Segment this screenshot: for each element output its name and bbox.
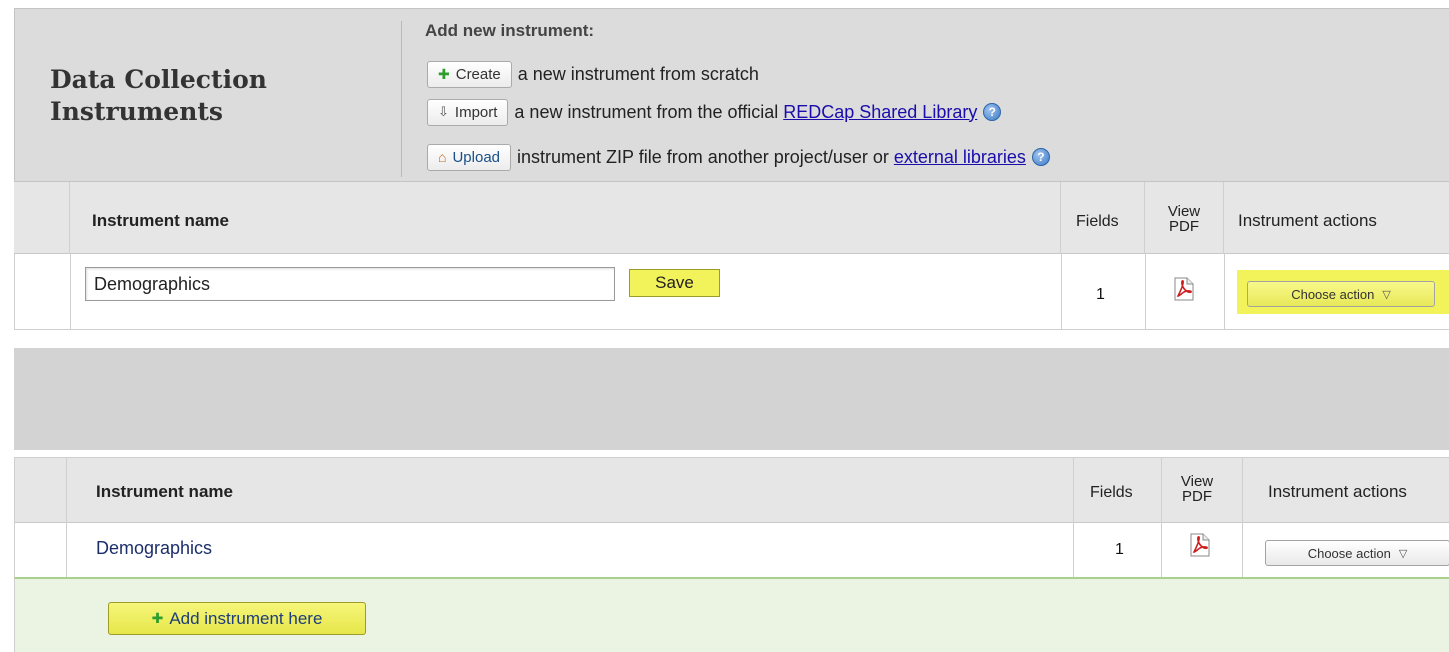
table-row: Save 1 Choose action ▽	[14, 254, 1449, 330]
chevron-down-icon: ▽	[1398, 547, 1408, 560]
choose-action-dropdown[interactable]: Choose action ▽	[1265, 540, 1449, 566]
instrument-name-input[interactable]	[85, 267, 615, 301]
choose-action-dropdown[interactable]: Choose action ▽	[1247, 281, 1435, 307]
shared-library-link[interactable]: REDCap Shared Library	[783, 102, 977, 122]
instruments-header: Data Collection Instruments Add new inst…	[14, 8, 1449, 182]
upload-row: ⌂ Upload instrument ZIP file from anothe…	[427, 142, 1050, 172]
instruments-panel-edit: Data Collection Instruments Add new inst…	[14, 8, 1449, 330]
import-row: ⇩ Import a new instrument from the offic…	[427, 97, 1002, 127]
pdf-icon[interactable]	[1174, 277, 1194, 301]
column-view-pdf: View PDF	[1167, 203, 1201, 235]
help-icon[interactable]: ?	[1031, 148, 1050, 166]
add-new-instrument-label: Add new instrument:	[425, 21, 595, 40]
create-button[interactable]: ✚ Create	[427, 60, 512, 88]
upload-button[interactable]: ⌂ Upload	[427, 143, 512, 171]
fields-count: 1	[1096, 286, 1105, 303]
create-row: ✚ Create a new instrument from scratch	[427, 59, 759, 89]
import-description: a new instrument from the official REDCa…	[514, 101, 978, 122]
plus-icon: ✚	[438, 65, 450, 82]
add-instrument-row: ✚ Add instrument here	[14, 577, 1449, 652]
save-button[interactable]: Save	[629, 269, 720, 297]
column-instrument-actions: Instrument actions	[1268, 482, 1407, 501]
pdf-icon[interactable]	[1190, 533, 1210, 557]
table-header: Instrument name Fields View PDF Instrume…	[14, 457, 1449, 524]
fields-count: 1	[1115, 541, 1124, 558]
header-divider	[401, 21, 402, 177]
plus-icon: ✚	[151, 610, 164, 626]
instrument-name-link[interactable]: Demographics	[96, 538, 212, 559]
help-icon[interactable]: ?	[983, 103, 1002, 121]
column-instrument-actions: Instrument actions	[1238, 211, 1377, 230]
chevron-down-icon: ▽	[1382, 288, 1391, 301]
import-arrow-icon: ⇩	[438, 104, 449, 119]
column-instrument-name: Instrument name	[92, 211, 229, 230]
create-description: a new instrument from scratch	[517, 63, 759, 84]
spacer-band	[14, 348, 1449, 450]
column-instrument-name: Instrument name	[96, 482, 233, 501]
column-view-pdf: View PDF	[1180, 473, 1214, 505]
column-fields: Fields	[1090, 484, 1133, 501]
external-libraries-link[interactable]: external libraries	[894, 147, 1026, 167]
add-instrument-button[interactable]: ✚ Add instrument here	[108, 602, 366, 635]
table-header: Instrument name Fields View PDF Instrume…	[14, 182, 1449, 254]
import-button[interactable]: ⇩ Import	[427, 98, 509, 126]
upload-description: instrument ZIP file from another project…	[517, 146, 1026, 167]
page-title: Data Collection Instruments	[50, 65, 267, 126]
table-row: Demographics 1 Choose action ▽	[14, 523, 1449, 577]
upload-icon: ⌂	[438, 149, 447, 165]
column-fields: Fields	[1076, 213, 1119, 230]
